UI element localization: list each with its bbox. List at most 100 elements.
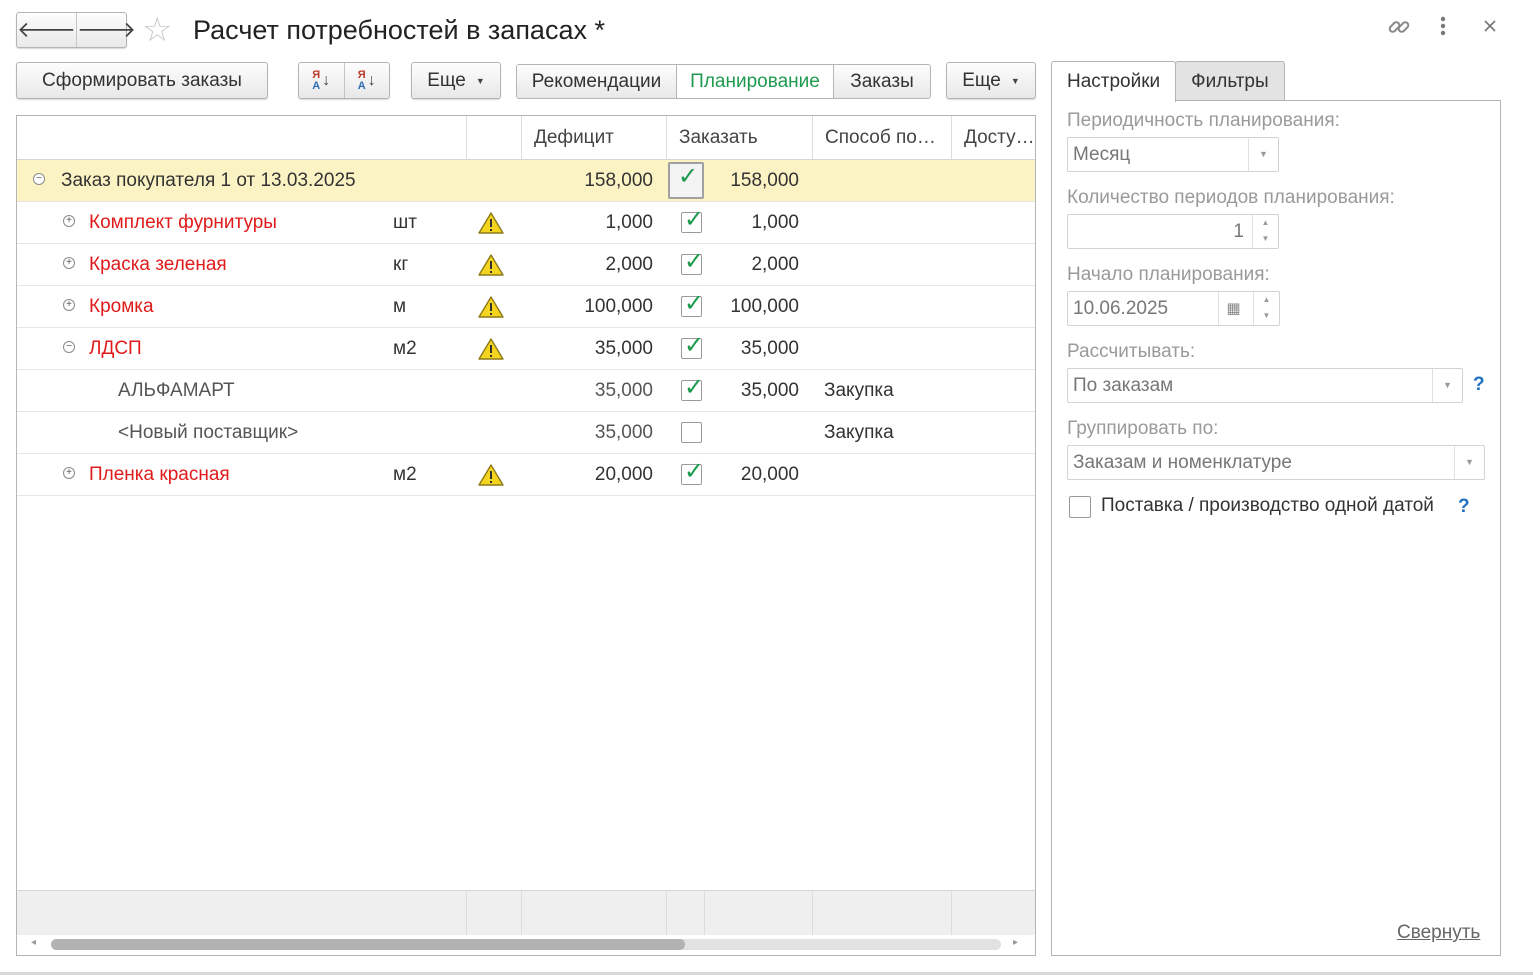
row-order-qty	[704, 412, 799, 453]
table-row[interactable]: <Новый поставщик> 35,000 Закупка	[17, 412, 1035, 454]
row-deficit: 35,000	[594, 422, 653, 443]
start-date-stepper[interactable]: ▲ ▼	[1253, 292, 1279, 325]
warning-icon	[478, 296, 504, 318]
create-orders-button[interactable]: Сформировать заказы	[16, 62, 268, 99]
row-name: <Новый поставщик>	[118, 422, 299, 443]
table-header: Дефицит Заказать Способ по… Досту…	[17, 116, 1035, 160]
order-checkbox[interactable]: ✓	[681, 374, 704, 401]
group-value: Заказам и номенклатуре	[1073, 452, 1292, 473]
periodicity-label: Периодичность планирования:	[1067, 110, 1340, 131]
start-date-input[interactable]: 10.06.2025 ▦ ▲ ▼	[1067, 291, 1280, 326]
column-header-warning[interactable]	[466, 116, 521, 160]
single-date-checkbox[interactable]	[1069, 496, 1091, 518]
table-row[interactable]: + Краска зеленая кг 2,000 ✓ 2,000	[17, 244, 1035, 286]
column-header-order[interactable]: Заказать	[666, 116, 812, 160]
footer-divider	[666, 891, 667, 936]
close-icon[interactable]	[1482, 14, 1498, 46]
calculate-select[interactable]: По заказам ▼	[1067, 368, 1463, 403]
periods-count-input[interactable]: 1 ▲ ▼	[1067, 214, 1279, 249]
tab-recommendations[interactable]: Рекомендации	[517, 65, 676, 98]
column-header-available[interactable]: Досту…	[951, 116, 1035, 160]
scroll-right-icon[interactable]: ▸	[1013, 937, 1018, 948]
footer-divider	[951, 891, 952, 936]
more-button-right[interactable]: Еще ▼	[946, 62, 1036, 99]
spin-down-icon[interactable]: ▼	[1254, 308, 1279, 324]
periodicity-select[interactable]: Месяц ▼	[1067, 137, 1279, 172]
order-checkbox[interactable]: ✓	[681, 206, 704, 233]
order-checkbox[interactable]: ✓	[668, 162, 704, 199]
calendar-icon[interactable]: ▦	[1218, 292, 1248, 325]
chevron-down-icon[interactable]: ▼	[1248, 138, 1278, 171]
expand-row-icon[interactable]: +	[63, 467, 75, 479]
sort-ascending-button[interactable]: Я А ↓	[299, 63, 344, 98]
warning-icon	[478, 212, 504, 234]
warning-icon	[478, 254, 504, 276]
spin-up-icon[interactable]: ▲	[1253, 215, 1278, 231]
row-deficit: 158,000	[584, 170, 653, 191]
periods-count-stepper[interactable]: ▲ ▼	[1252, 215, 1278, 248]
periods-count-value: 1	[1233, 221, 1244, 242]
calculate-help-icon[interactable]: ?	[1473, 374, 1485, 396]
column-header-deficit[interactable]: Дефицит	[521, 116, 666, 160]
row-unit: м2	[393, 338, 417, 359]
footer-divider	[704, 891, 705, 936]
column-header-name[interactable]	[17, 116, 466, 160]
scrollbar-thumb[interactable]	[51, 939, 685, 950]
spin-up-icon[interactable]: ▲	[1254, 292, 1279, 308]
order-checkbox[interactable]: ✓	[681, 290, 704, 317]
row-order-qty: 2,000	[751, 254, 799, 275]
link-icon[interactable]	[1386, 14, 1412, 48]
chevron-down-icon[interactable]: ▼	[1432, 369, 1462, 402]
row-deficit: 100,000	[584, 296, 653, 317]
table-row[interactable]: − Заказ покупателя 1 от 13.03.2025 158,000…	[17, 160, 1035, 202]
sort-descending-button[interactable]: Я А ↓	[343, 63, 390, 98]
collapse-link[interactable]: Свернуть	[1397, 922, 1480, 944]
scroll-left-icon[interactable]: ◂	[31, 937, 36, 948]
spin-down-icon[interactable]: ▼	[1253, 231, 1278, 247]
table-row[interactable]: − ЛДСП м2 35,000 ✓ 35,000	[17, 328, 1035, 370]
order-checkbox[interactable]: ✓	[681, 332, 704, 359]
table-row[interactable]: + Пленка красная м2 20,000 ✓ 20,000	[17, 454, 1035, 496]
planning-table[interactable]: Дефицит Заказать Способ по… Досту… − Зака…	[16, 115, 1036, 956]
tab-planning[interactable]: Планирование	[676, 65, 833, 98]
horizontal-scrollbar[interactable]: ◂ ▸	[17, 935, 1035, 955]
periods-count-label: Количество периодов планирования:	[1067, 187, 1395, 208]
row-deficit: 35,000	[594, 338, 653, 359]
row-order-qty: 35,000	[740, 338, 799, 359]
chevron-down-icon[interactable]: ▼	[1454, 446, 1484, 479]
order-checkbox[interactable]	[681, 422, 702, 443]
checkmark-icon: ✓	[684, 374, 705, 401]
expand-row-icon[interactable]: +	[63, 299, 75, 311]
expand-row-icon[interactable]: +	[63, 257, 75, 269]
collapse-row-icon[interactable]: −	[33, 173, 45, 185]
tab-settings[interactable]: Настройки	[1051, 61, 1177, 102]
expand-row-icon[interactable]: +	[63, 215, 75, 227]
group-select[interactable]: Заказам и номенклатуре ▼	[1067, 445, 1485, 480]
favorite-star-icon[interactable]: ☆	[142, 12, 172, 48]
row-order-qty: 100,000	[730, 296, 799, 317]
collapse-row-icon[interactable]: −	[63, 341, 75, 353]
table-row[interactable]: + Кромка м 100,000 ✓ 100,000	[17, 286, 1035, 328]
row-method: Закупка	[824, 380, 894, 401]
order-checkbox[interactable]: ✓	[681, 248, 704, 275]
row-name: Пленка красная	[89, 464, 230, 485]
dropdown-caret-icon: ▼	[475, 75, 485, 86]
table-row[interactable]: + Комплект фурнитуры шт 1,000 ✓ 1,000	[17, 202, 1035, 244]
create-orders-label: Сформировать заказы	[42, 69, 242, 91]
table-row[interactable]: АЛЬФАМАРТ 35,000 ✓ 35,000 Закупка	[17, 370, 1035, 412]
forward-button[interactable]: 🡒	[76, 13, 136, 47]
single-date-help-icon[interactable]: ?	[1458, 496, 1470, 518]
column-header-method[interactable]: Способ по…	[812, 116, 951, 160]
order-checkbox[interactable]: ✓	[681, 458, 704, 485]
single-date-label: Поставка / производство одной датой	[1101, 495, 1434, 516]
calculate-value: По заказам	[1073, 375, 1174, 396]
sort-ascending-icon: ЯА	[312, 68, 321, 92]
row-unit: м	[393, 296, 407, 317]
more-button-left[interactable]: Еще ▼	[411, 62, 501, 99]
tab-orders[interactable]: Заказы	[833, 65, 930, 98]
more-menu-icon[interactable]	[1438, 14, 1448, 46]
back-button[interactable]: 🡐	[17, 13, 76, 47]
tab-filters[interactable]: Фильтры	[1175, 61, 1285, 101]
window-title: Расчет потребностей в запасах *	[193, 15, 605, 45]
checkmark-icon: ✓	[684, 290, 705, 317]
